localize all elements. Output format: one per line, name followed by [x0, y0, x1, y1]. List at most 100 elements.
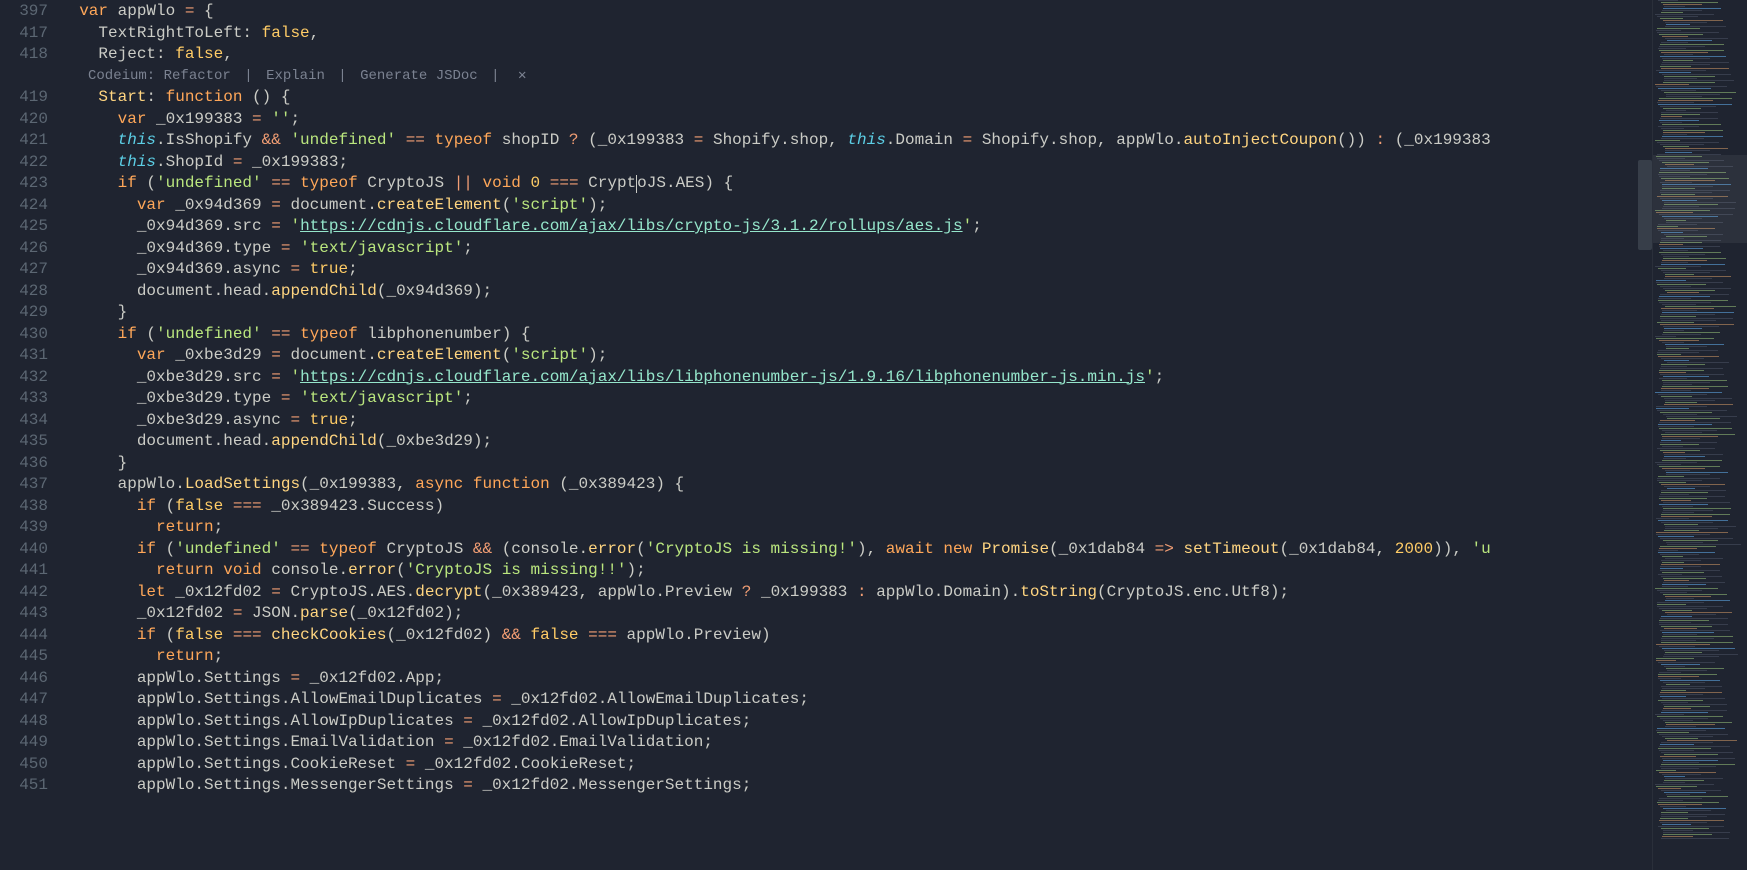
code-token: ); — [627, 561, 646, 579]
minimap-viewport[interactable] — [1653, 155, 1747, 243]
minimap-line — [1655, 784, 1714, 785]
code-line[interactable]: if (false === _0x389423.Success) — [60, 496, 1652, 518]
code-line[interactable]: _0x94d369.type = 'text/javascript'; — [60, 238, 1652, 260]
minimap-line — [1665, 22, 1707, 23]
code-line[interactable]: _0xbe3d29.type = 'text/javascript'; — [60, 388, 1652, 410]
minimap-line — [1664, 454, 1723, 455]
code-line[interactable]: Reject: false, — [60, 44, 1652, 66]
code-token: ' — [290, 217, 300, 235]
line-number: 442 — [0, 582, 48, 604]
minimap[interactable] — [1652, 0, 1747, 870]
minimap-line — [1663, 414, 1697, 415]
codelens-generate[interactable]: Generate JSDoc — [360, 68, 478, 84]
vertical-scrollbar[interactable] — [1638, 0, 1652, 870]
line-number: 447 — [0, 689, 48, 711]
code-token: var — [118, 110, 147, 128]
code-editor: 3974174184194204214224234244254264274284… — [0, 0, 1747, 870]
code-line[interactable]: var _0xbe3d29 = document.createElement('… — [60, 345, 1652, 367]
code-token: == — [271, 325, 290, 343]
code-line[interactable]: _0x94d369.src = 'https://cdnjs.cloudflar… — [60, 216, 1652, 238]
minimap-line — [1661, 522, 1713, 523]
code-line[interactable]: if ('undefined' == typeof CryptoJS || vo… — [60, 173, 1652, 195]
code-line[interactable]: _0xbe3d29.async = true; — [60, 410, 1652, 432]
code-token — [262, 110, 272, 128]
minimap-line — [1663, 634, 1697, 635]
minimap-line — [1662, 62, 1729, 63]
minimap-line — [1660, 568, 1683, 569]
codelens-explain[interactable]: Explain — [266, 68, 325, 84]
code-line[interactable]: _0x12fd02 = JSON.parse(_0x12fd02); — [60, 603, 1652, 625]
minimap-line — [1667, 40, 1712, 41]
code-token: _0x199383 — [751, 583, 857, 601]
minimap-line — [1660, 318, 1733, 319]
code-line[interactable]: appWlo.Settings.CookieReset = _0x12fd02.… — [60, 754, 1652, 776]
code-line[interactable]: _0x94d369.async = true; — [60, 259, 1652, 281]
code-line[interactable]: Start: function () { — [60, 87, 1652, 109]
minimap-line — [1664, 328, 1702, 329]
code-line[interactable]: let _0x12fd02 = CryptoJS.AES.decrypt(_0x… — [60, 582, 1652, 604]
minimap-line — [1663, 130, 1723, 131]
code-token — [281, 368, 291, 386]
code-line[interactable]: document.head.appendChild(_0x94d369); — [60, 281, 1652, 303]
minimap-line — [1660, 324, 1734, 325]
code-line[interactable]: appWlo.Settings.EmailValidation = _0x12f… — [60, 732, 1652, 754]
code-token: 'undefined' — [156, 325, 262, 343]
code-line[interactable]: appWlo.Settings.AllowEmailDuplicates = _… — [60, 689, 1652, 711]
minimap-line — [1665, 596, 1711, 597]
code-line[interactable]: _0xbe3d29.src = 'https://cdnjs.cloudflar… — [60, 367, 1652, 389]
code-line[interactable]: var appWlo = { — [60, 1, 1652, 23]
code-line[interactable]: return; — [60, 646, 1652, 668]
code-token: document.head. — [137, 432, 271, 450]
code-token: = — [694, 131, 704, 149]
code-token: = — [492, 690, 502, 708]
code-token: decrypt — [415, 583, 482, 601]
code-line[interactable]: return; — [60, 517, 1652, 539]
minimap-line — [1662, 312, 1734, 313]
code-line[interactable]: if ('undefined' == typeof CryptoJS && (c… — [60, 539, 1652, 561]
code-token: = — [463, 776, 473, 794]
codelens-close[interactable]: ✕ — [518, 68, 526, 84]
code-line[interactable]: var _0x199383 = ''; — [60, 109, 1652, 131]
line-number-gutter[interactable]: 3974174184194204214224234244254264274284… — [0, 0, 60, 870]
code-token: this — [118, 131, 156, 149]
code-token: _0x12fd02.AllowEmailDuplicates; — [502, 690, 809, 708]
code-line[interactable]: this.IsShopify && 'undefined' == typeof … — [60, 130, 1652, 152]
minimap-line — [1663, 108, 1701, 109]
code-token: TextRightToLeft: — [98, 24, 261, 42]
minimap-line — [1664, 524, 1698, 525]
code-line[interactable]: var _0x94d369 = document.createElement('… — [60, 195, 1652, 217]
code-token: false — [175, 497, 223, 515]
code-line[interactable]: } — [60, 453, 1652, 475]
scroll-thumb[interactable] — [1638, 160, 1652, 250]
code-line[interactable]: appWlo.Settings.AllowIpDuplicates = _0x1… — [60, 711, 1652, 733]
minimap-line — [1655, 714, 1684, 715]
code-token: 'undefined' — [290, 131, 396, 149]
code-line[interactable]: this.ShopId = _0x199383; — [60, 152, 1652, 174]
minimap-line — [1665, 344, 1724, 345]
code-line[interactable]: if (false === checkCookies(_0x12fd02) &&… — [60, 625, 1652, 647]
codelens-refactor[interactable]: Refactor — [155, 68, 231, 84]
line-number: 437 — [0, 474, 48, 496]
minimap-line — [1662, 460, 1722, 461]
code-area[interactable]: var appWlo = { TextRightToLeft: false, R… — [60, 0, 1652, 870]
code-line[interactable]: appWlo.Settings.MessengerSettings = _0x1… — [60, 775, 1652, 797]
code-token: error — [348, 561, 396, 579]
code-line[interactable]: return void console.error('CryptoJS is m… — [60, 560, 1652, 582]
code-line[interactable]: } — [60, 302, 1652, 324]
code-line[interactable]: appWlo.LoadSettings(_0x199383, async fun… — [60, 474, 1652, 496]
line-number: 444 — [0, 625, 48, 647]
minimap-line — [1658, 298, 1691, 299]
code-token: (_0x389423) { — [550, 475, 684, 493]
minimap-line — [1663, 332, 1720, 333]
code-line[interactable]: TextRightToLeft: false, — [60, 23, 1652, 45]
code-token: shopID — [492, 131, 569, 149]
code-line[interactable]: appWlo.Settings = _0x12fd02.App; — [60, 668, 1652, 690]
code-token: ( — [502, 346, 512, 364]
minimap-line — [1661, 390, 1691, 391]
minimap-line — [1661, 514, 1730, 515]
code-token: = — [271, 346, 281, 364]
minimap-line — [1660, 696, 1686, 697]
code-token: false — [175, 626, 223, 644]
code-line[interactable]: if ('undefined' == typeof libphonenumber… — [60, 324, 1652, 346]
code-line[interactable]: document.head.appendChild(_0xbe3d29); — [60, 431, 1652, 453]
